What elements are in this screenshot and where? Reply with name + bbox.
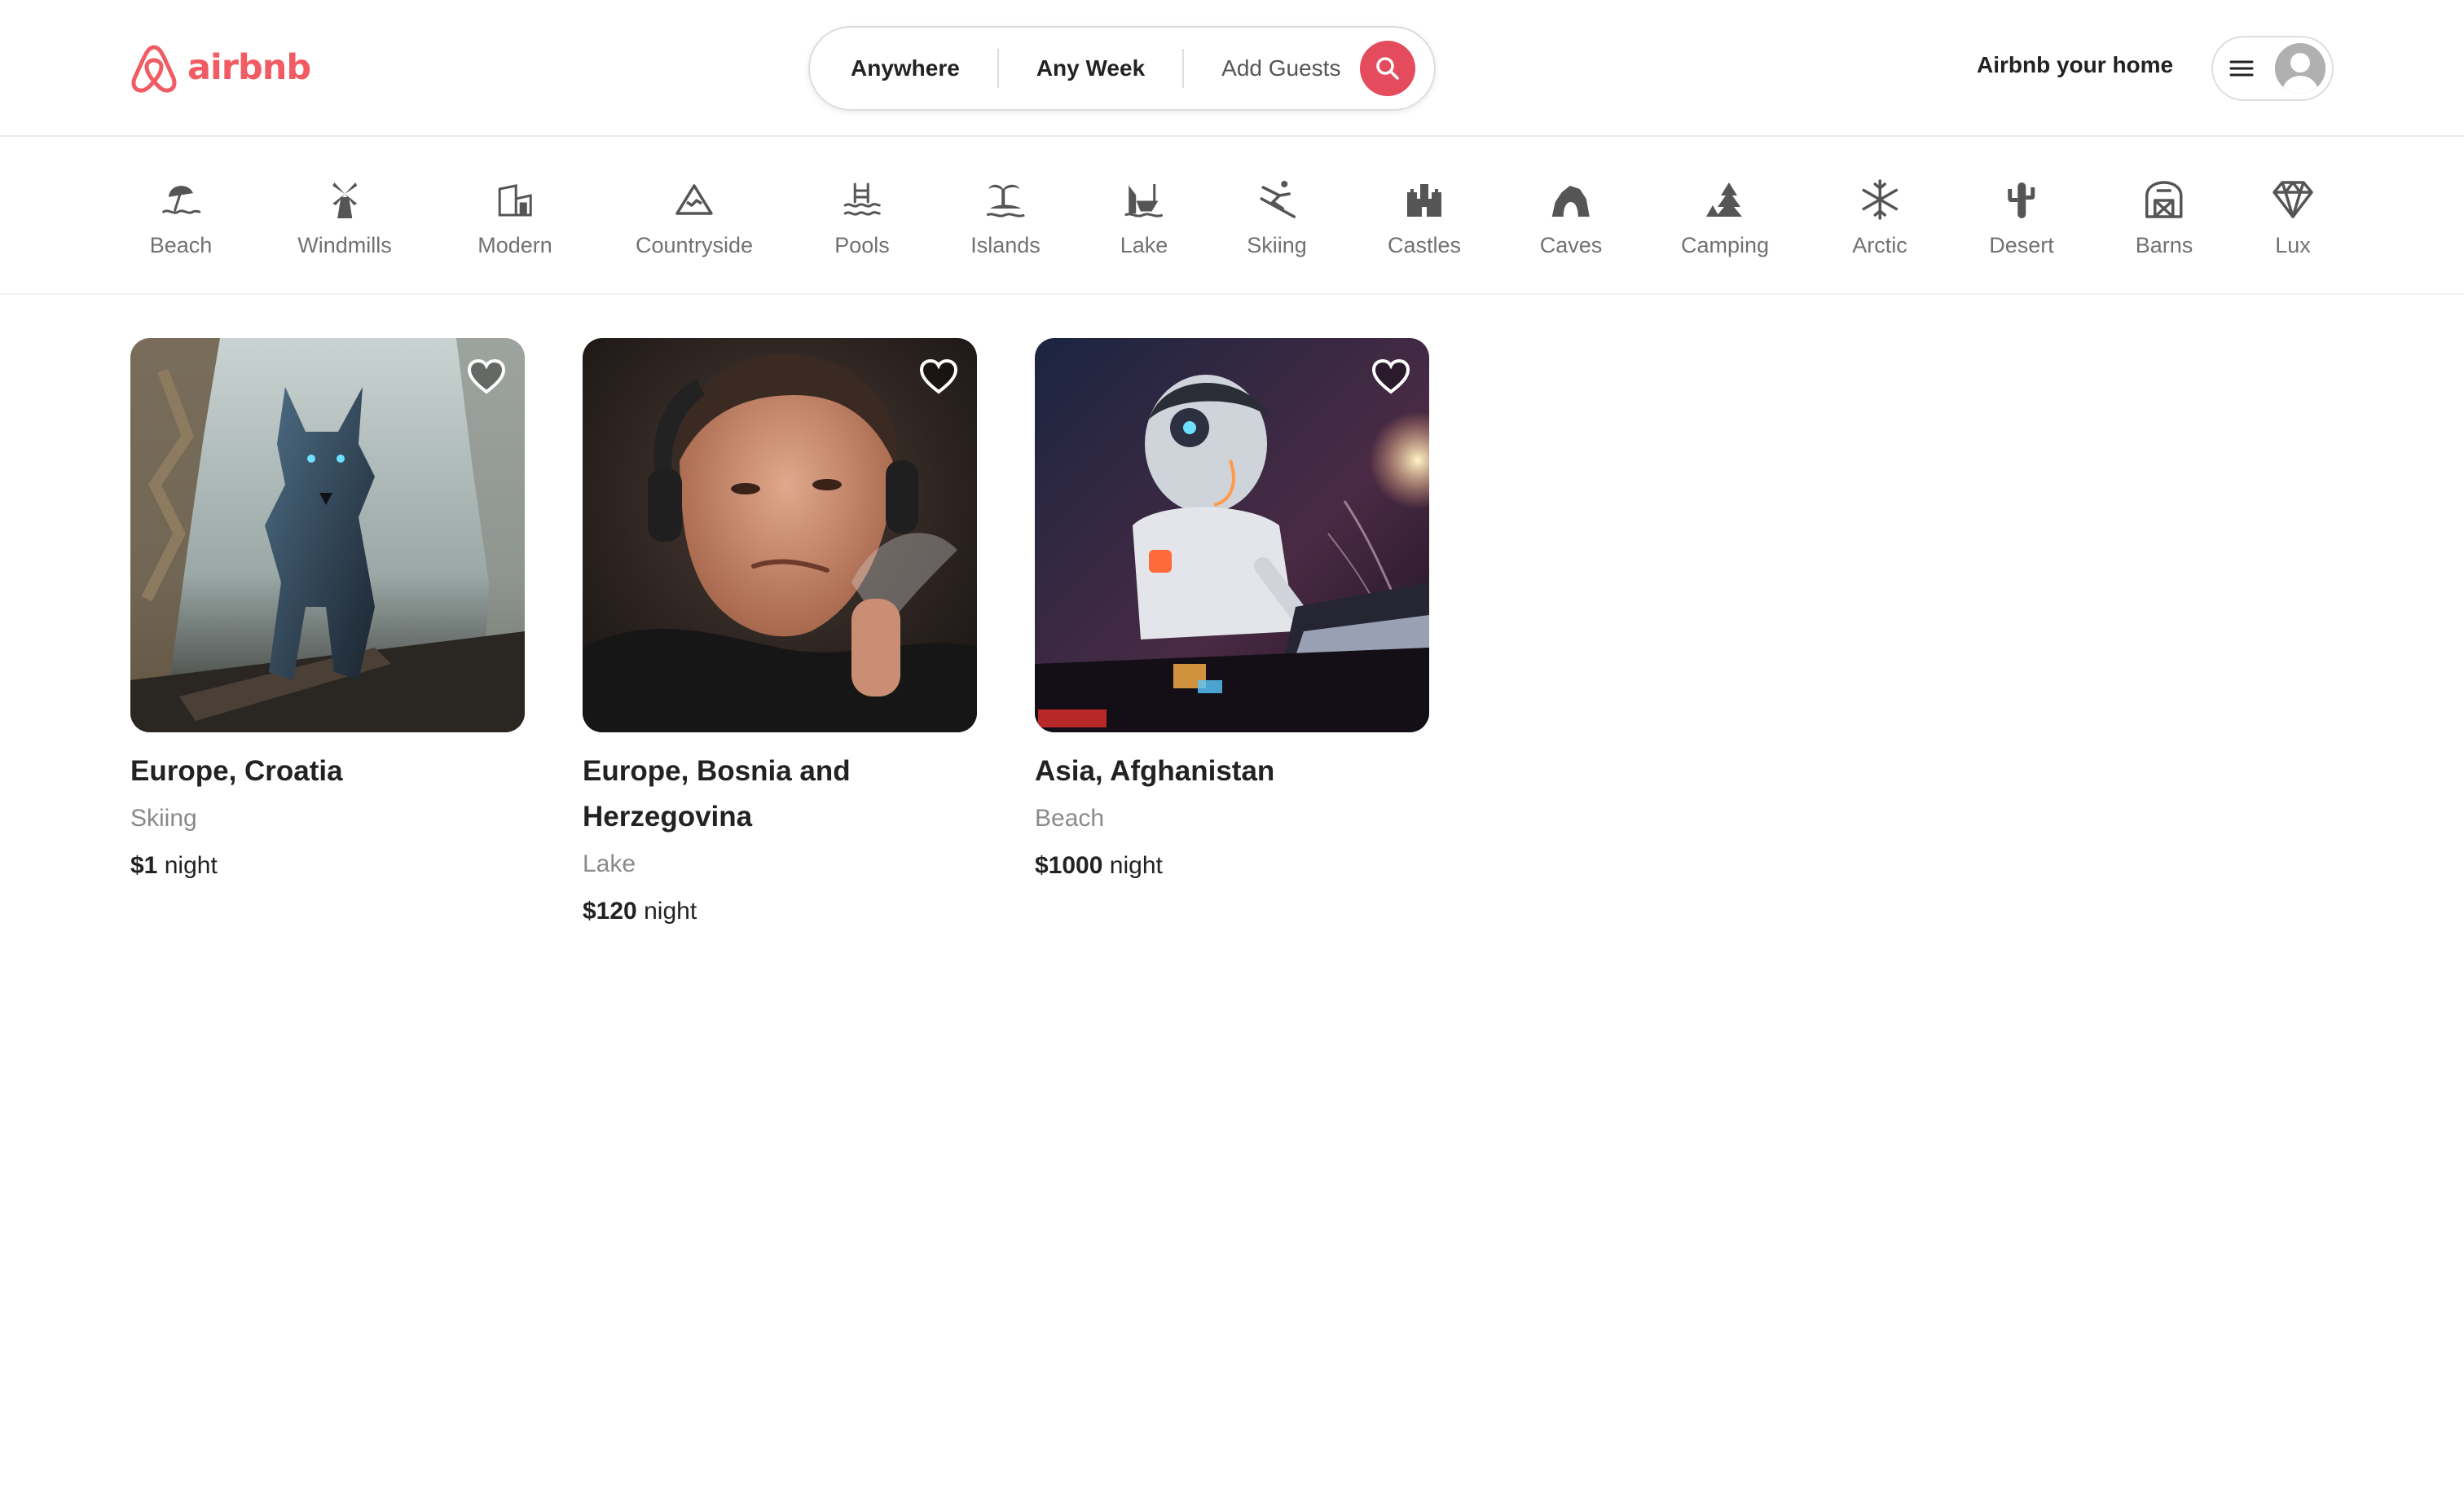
listing-image[interactable] xyxy=(583,338,977,732)
category-barns[interactable]: Barns xyxy=(2136,178,2193,258)
price-amount: $120 xyxy=(583,898,637,925)
category-desert[interactable]: Desert xyxy=(1989,178,2054,258)
camping-icon xyxy=(1706,182,1742,217)
category-arctic[interactable]: Arctic xyxy=(1852,178,1907,258)
listing-price: $1 night xyxy=(130,850,525,882)
category-label: Skiing xyxy=(1247,233,1307,257)
category-pools[interactable]: Pools xyxy=(834,178,890,258)
category-label: Beach xyxy=(149,233,213,257)
listing-image[interactable] xyxy=(130,338,525,732)
category-islands[interactable]: Islands xyxy=(970,178,1041,258)
category-label: Castles xyxy=(1387,233,1462,257)
robot-illustration xyxy=(1035,338,1429,732)
price-unit: night xyxy=(644,898,697,925)
category-lux[interactable]: Lux xyxy=(2271,178,2315,258)
category-label: Lux xyxy=(2275,233,2311,257)
lake-icon xyxy=(1124,184,1164,217)
skier-icon xyxy=(1260,181,1296,218)
category-label: Countryside xyxy=(635,233,754,257)
listing-category: Lake xyxy=(583,850,636,877)
favorite-heart-icon[interactable] xyxy=(466,358,507,395)
category-label: Pools xyxy=(834,233,890,257)
beach-icon xyxy=(162,186,201,214)
search-bar[interactable]: Anywhere Any Week Add Guests xyxy=(808,26,1436,111)
hamburger-icon xyxy=(2229,58,2254,79)
price-unit: night xyxy=(1109,852,1163,879)
windmill-icon xyxy=(332,182,357,218)
island-icon xyxy=(986,184,1025,217)
price-amount: $1 xyxy=(130,852,158,879)
price-amount: $1000 xyxy=(1035,852,1103,879)
top-header: airbnb Anywhere Any Week Add Guests Airb… xyxy=(0,0,2464,137)
category-label: Barns xyxy=(2135,233,2193,257)
category-label: Caves xyxy=(1539,233,1603,257)
airbnb-logo[interactable]: airbnb xyxy=(129,41,311,94)
listing-category: Beach xyxy=(1035,805,1105,832)
favorite-heart-icon[interactable] xyxy=(918,358,959,395)
listing-card[interactable]: Europe, Bosnia and Herzegovina Lake $120… xyxy=(583,338,977,928)
favorite-heart-icon[interactable] xyxy=(1371,358,1411,395)
listing-price: $1000 night xyxy=(1035,850,1429,882)
listing-category: Skiing xyxy=(130,805,197,832)
search-button[interactable] xyxy=(1360,41,1416,96)
cave-icon xyxy=(1552,186,1590,217)
brand-name: airbnb xyxy=(187,47,311,88)
listing-card[interactable]: Asia, Afghanistan Beach $1000 night xyxy=(1035,338,1429,882)
category-bar: Beach Windmills Modern Countryside Pools… xyxy=(0,138,2464,295)
wolf-illustration xyxy=(130,338,525,732)
category-castles[interactable]: Castles xyxy=(1388,178,1461,258)
listing-price: $120 night xyxy=(583,895,977,928)
listing-location: Asia, Afghanistan xyxy=(1035,755,1275,787)
category-windmills[interactable]: Windmills xyxy=(297,178,392,258)
category-caves[interactable]: Caves xyxy=(1539,178,1603,258)
category-label: Arctic xyxy=(1852,233,1907,257)
category-label: Lake xyxy=(1120,233,1168,257)
barn-icon xyxy=(2145,181,2183,218)
category-label: Modern xyxy=(477,233,552,257)
listing-location: Europe, Croatia xyxy=(130,755,343,787)
host-link[interactable]: Airbnb your home xyxy=(1977,52,2173,78)
man-portrait-photo xyxy=(583,338,977,732)
cactus-icon xyxy=(2008,182,2035,218)
category-label: Desert xyxy=(1989,233,2054,257)
user-menu-button[interactable] xyxy=(2211,36,2334,101)
user-avatar-icon xyxy=(2275,43,2325,94)
price-unit: night xyxy=(164,852,218,879)
snowflake-icon xyxy=(1862,179,1898,220)
pool-icon xyxy=(843,182,881,216)
category-lake[interactable]: Lake xyxy=(1120,178,1168,258)
search-location[interactable]: Anywhere xyxy=(810,55,997,81)
castle-icon xyxy=(1407,184,1441,217)
modern-house-icon xyxy=(498,184,532,217)
mountain-icon xyxy=(675,184,713,215)
diamond-icon xyxy=(2273,181,2313,218)
category-skiing[interactable]: Skiing xyxy=(1247,178,1307,258)
category-camping[interactable]: Camping xyxy=(1681,178,1769,258)
category-beach[interactable]: Beach xyxy=(149,178,213,258)
category-modern[interactable]: Modern xyxy=(477,178,552,258)
listing-location: Europe, Bosnia and Herzegovina xyxy=(583,755,851,833)
category-label: Islands xyxy=(970,233,1041,257)
category-countryside[interactable]: Countryside xyxy=(636,178,753,258)
category-label: Windmills xyxy=(297,233,392,257)
search-dates[interactable]: Any Week xyxy=(999,55,1182,81)
listing-card[interactable]: Europe, Croatia Skiing $1 night xyxy=(130,338,525,882)
listing-image[interactable] xyxy=(1035,338,1429,732)
airbnb-logo-icon xyxy=(131,45,177,93)
search-icon xyxy=(1376,57,1400,80)
search-guests[interactable]: Add Guests xyxy=(1184,55,1360,81)
category-label: Camping xyxy=(1680,233,1770,257)
